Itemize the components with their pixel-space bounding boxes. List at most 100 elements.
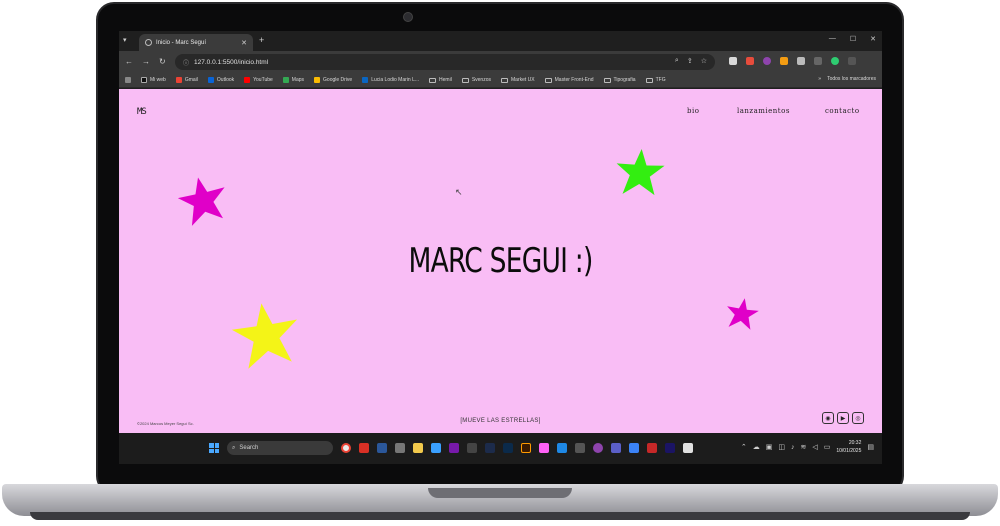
tab-active[interactable]: Inicio - Marc Seguí ✕ (139, 34, 253, 51)
sidebar-icon[interactable] (814, 57, 822, 65)
onenote-icon[interactable] (449, 443, 459, 453)
mouse-cursor-icon: ↖ (455, 187, 463, 197)
youtube-icon[interactable]: ▶ (837, 412, 849, 424)
window-controls: — ☐ ✕ (829, 35, 876, 43)
laptop-frame: ▾ Inicio - Marc Seguí ✕ + — ☐ ✕ ← → ↻ ⓘ (0, 0, 1000, 526)
lightroom-icon[interactable] (485, 443, 495, 453)
word-icon[interactable] (377, 443, 387, 453)
screen: ▾ Inicio - Marc Seguí ✕ + — ☐ ✕ ← → ↻ ⓘ (119, 31, 882, 464)
site-logo[interactable]: MS (137, 107, 147, 117)
instagram-icon[interactable]: ◎ (852, 412, 864, 424)
minimize-icon[interactable]: — (829, 35, 836, 43)
windows-start-icon[interactable] (209, 443, 219, 453)
clock[interactable]: 20:32 10/01/2025 (836, 439, 861, 455)
photoshop-icon[interactable] (503, 443, 513, 453)
chevron-up-icon[interactable]: ⌃ (741, 443, 747, 451)
extension-icon[interactable] (746, 57, 754, 65)
address-bar[interactable]: ⓘ 127.0.0.1:5500/inicio.html ⌕ ⇪ ☆ (175, 54, 715, 70)
new-tab-button[interactable]: + (259, 35, 264, 45)
star-yellow[interactable] (231, 301, 301, 371)
file-explorer-icon[interactable] (413, 443, 423, 453)
volume-icon[interactable]: ◁ (812, 443, 817, 451)
extension-icon[interactable] (729, 57, 737, 65)
close-window-icon[interactable]: ✕ (870, 35, 876, 43)
star-shape (231, 303, 298, 369)
share-icon[interactable]: ⇪ (687, 57, 693, 65)
star-green[interactable] (614, 147, 666, 199)
system-tray: ⌃ ☁ ▣ ◫ ♪ ≋ ◁ ▭ 20:32 10/01/2025 ▤ (741, 439, 874, 455)
github-icon[interactable] (593, 443, 603, 453)
star-shape (177, 177, 225, 226)
app-tray-icon[interactable]: ▣ (766, 443, 773, 451)
tab-search-icon[interactable]: ▾ (123, 36, 127, 44)
bookmark-item[interactable]: Mi web (141, 77, 166, 83)
address-url: 127.0.0.1:5500/inicio.html (194, 58, 269, 66)
bookmark-folder[interactable]: TFG (645, 77, 666, 83)
reload-icon[interactable]: ↻ (159, 57, 166, 66)
spotify-icon[interactable]: ◉ (822, 412, 834, 424)
nav-link-contacto[interactable]: contacto (825, 107, 860, 115)
bookmark-item[interactable]: Google Drive (314, 77, 352, 83)
bookmark-folder[interactable]: Svenzos (461, 77, 491, 83)
bookmark-item[interactable]: Lucia Lodio Marin L... (362, 77, 419, 83)
maximize-icon[interactable]: ☐ (850, 35, 856, 43)
close-tab-icon[interactable]: ✕ (241, 39, 247, 47)
taskbar-apps: ⌕ Search (209, 441, 693, 455)
site-info-icon[interactable]: ⓘ (183, 58, 189, 67)
acrobat-icon[interactable] (359, 443, 369, 453)
extensions-puzzle-icon[interactable] (797, 57, 805, 65)
battery-icon[interactable]: ▭ (824, 443, 831, 451)
wifi-icon[interactable]: ≋ (800, 443, 806, 451)
bookmark-item[interactable]: Gmail (175, 77, 198, 83)
bookmark-star-icon[interactable]: ☆ (701, 57, 707, 65)
globe-icon (145, 39, 152, 46)
nav-link-lanzamientos[interactable]: lanzamientos (737, 107, 790, 115)
bookmark-folder[interactable]: Market UX (501, 77, 535, 83)
nav-link-bio[interactable]: bio (687, 107, 699, 115)
apps-icon[interactable] (125, 77, 131, 83)
forward-icon[interactable]: → (142, 57, 150, 66)
bookmark-folder[interactable]: Tipografia (603, 77, 636, 83)
star-magenta-large[interactable] (177, 175, 229, 227)
app-icon[interactable] (647, 443, 657, 453)
bookmark-item[interactable]: Maps (282, 77, 304, 83)
vscode-icon[interactable] (557, 443, 567, 453)
app-tray-icon[interactable]: ◫ (778, 443, 785, 451)
bookmark-folder[interactable]: Hemil (429, 77, 452, 83)
microphone-icon[interactable]: ♪ (791, 444, 795, 451)
taskbar-search-label: Search (239, 445, 259, 451)
app-icon[interactable] (467, 443, 477, 453)
illustrator-icon[interactable] (521, 443, 531, 453)
webcam (403, 12, 413, 22)
profile-avatar[interactable] (831, 57, 839, 65)
star-magenta-small[interactable] (724, 296, 760, 332)
back-icon[interactable]: ← (125, 57, 133, 66)
after-effects-icon[interactable] (665, 443, 675, 453)
app-icon[interactable] (431, 443, 441, 453)
app-icon[interactable] (539, 443, 549, 453)
hero-title: MARC SEGUI :) (408, 241, 593, 281)
menu-icon[interactable] (848, 57, 856, 65)
browser-toolbar: ← → ↻ ⓘ 127.0.0.1:5500/inicio.html ⌕ ⇪ ☆ (119, 51, 882, 73)
bookmark-item[interactable]: Outlook (207, 77, 234, 83)
chrome-icon[interactable] (341, 443, 351, 453)
app-icon[interactable] (575, 443, 585, 453)
search-icon: ⌕ (232, 444, 236, 451)
nav-buttons: ← → ↻ (125, 57, 166, 66)
extension-icon[interactable] (780, 57, 788, 65)
bookmark-item[interactable]: YouTube (244, 77, 273, 83)
app-icon[interactable] (395, 443, 405, 453)
app-icon[interactable] (629, 443, 639, 453)
cloud-icon[interactable]: ☁ (753, 443, 760, 451)
taskbar-search[interactable]: ⌕ Search (227, 441, 333, 455)
laptop-base-edge (30, 512, 970, 520)
bookmarks-bar: Mi web Gmail Outlook YouTube Maps Google… (119, 73, 882, 88)
bookmark-folder[interactable]: Master Front-End (544, 77, 594, 83)
zoom-icon[interactable]: ⌕ (675, 57, 679, 65)
notification-icon[interactable]: ▤ (867, 443, 874, 451)
all-bookmarks[interactable]: » Todos los marcadores (818, 76, 876, 82)
extension-icon[interactable] (763, 57, 771, 65)
app-icon[interactable] (683, 443, 693, 453)
social-links: ◉ ▶ ◎ (822, 412, 864, 424)
teams-icon[interactable] (611, 443, 621, 453)
